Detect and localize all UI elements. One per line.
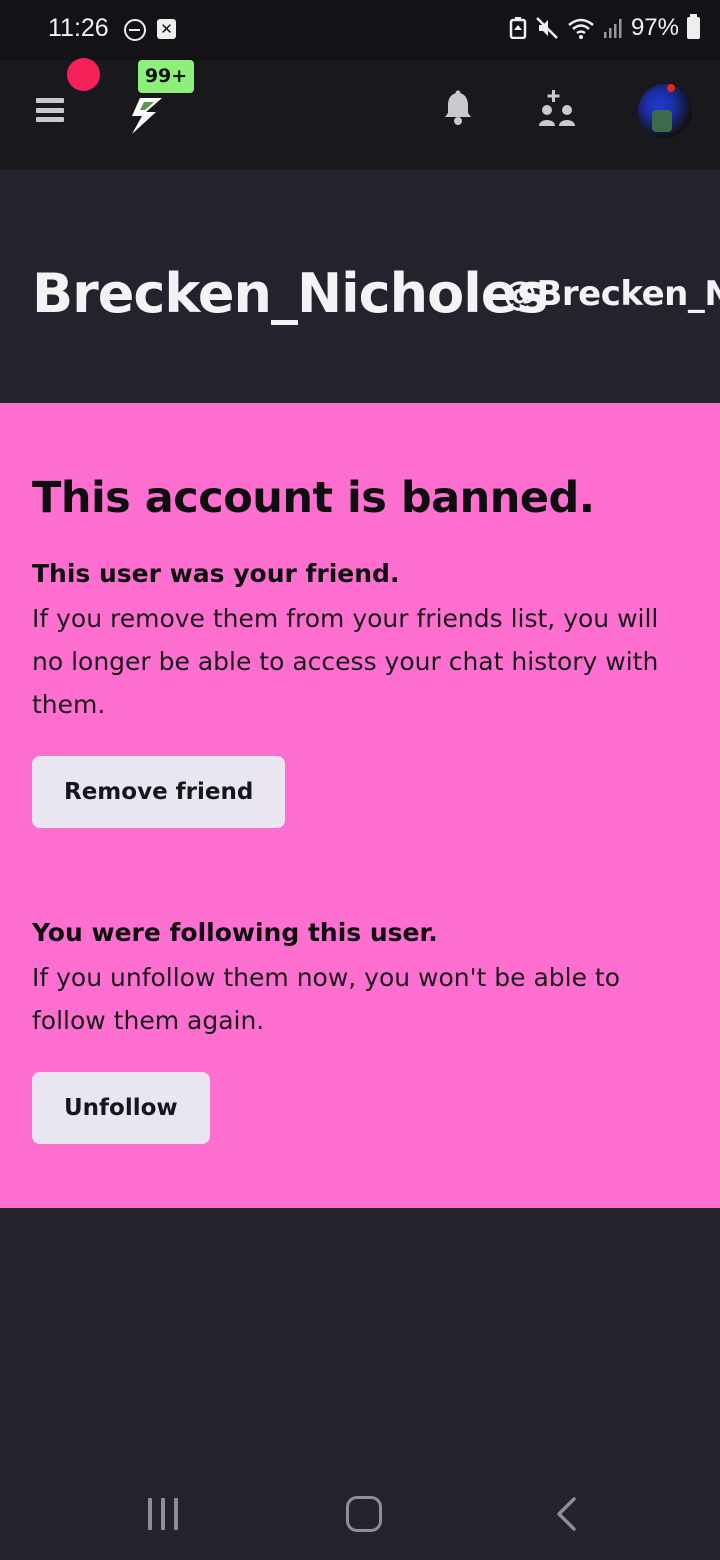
wifi-icon <box>568 18 594 39</box>
profile-header: Brecken_Nicholes @Brecken_N <box>0 170 720 403</box>
follow-section-body: If you unfollow them now, you won't be a… <box>32 963 621 1035</box>
signal-icon <box>603 19 622 38</box>
battery-icon <box>687 14 700 39</box>
battery-percent: 97% <box>630 14 679 41</box>
mute-icon <box>536 17 558 39</box>
notification-count-badge: 99+ <box>138 60 194 93</box>
friend-section-heading: This user was your friend. <box>32 559 400 588</box>
recents-icon[interactable] <box>146 1498 180 1532</box>
do-not-disturb-icon <box>124 19 146 41</box>
avatar-status-dot <box>667 84 675 92</box>
unfollow-button[interactable]: Unfollow <box>32 1072 210 1144</box>
remove-friend-button[interactable]: Remove friend <box>32 756 286 828</box>
status-icons: 97% <box>509 14 700 42</box>
profile-display-name: Brecken_Nicholes <box>32 262 548 325</box>
banned-account-panel: This account is banned. This user was yo… <box>0 403 720 1208</box>
profile-handle: @Brecken_N <box>503 274 720 314</box>
home-icon[interactable] <box>346 1496 382 1532</box>
bell-icon[interactable] <box>442 90 474 126</box>
status-time: 11:26 <box>48 14 109 42</box>
user-avatar[interactable] <box>638 84 692 138</box>
add-friends-icon[interactable] <box>538 90 578 128</box>
app-top-bar: 99+ <box>0 58 720 170</box>
status-bar: 11:26 ✕ 97% <box>0 0 720 60</box>
menu-icon[interactable] <box>36 98 64 122</box>
notification-dot <box>67 58 100 91</box>
battery-saver-icon <box>509 17 527 39</box>
follow-section-heading: You were following this user. <box>32 918 438 947</box>
app-notification-icon: ✕ <box>157 19 176 39</box>
banned-title: This account is banned. <box>32 473 595 523</box>
friend-section-body: If you remove them from your friends lis… <box>32 604 659 719</box>
system-nav-bar <box>0 1460 720 1560</box>
back-icon[interactable] <box>552 1496 582 1532</box>
lightning-logo-icon[interactable] <box>126 96 166 136</box>
